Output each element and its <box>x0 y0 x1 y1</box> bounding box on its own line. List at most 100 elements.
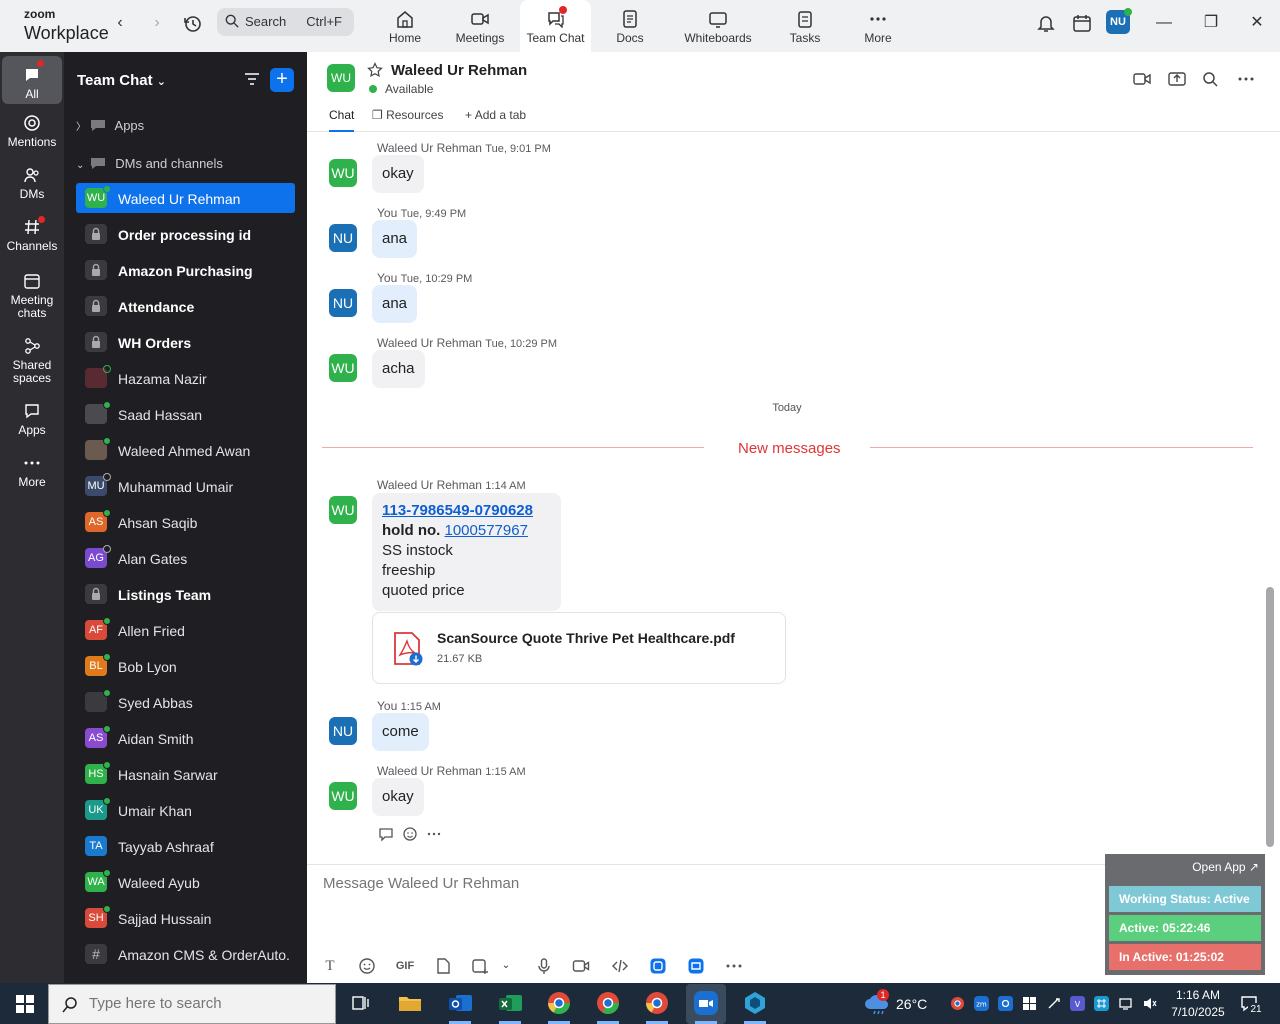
tab-tasks[interactable]: Tasks <box>785 0 825 52</box>
app-icon[interactable] <box>649 957 667 975</box>
list-item[interactable]: Listings Team <box>76 579 295 609</box>
avatar[interactable]: WU <box>329 159 357 187</box>
minimize-icon[interactable]: — <box>1152 12 1176 36</box>
global-search[interactable]: Search Ctrl+F <box>217 8 354 36</box>
list-item[interactable]: AS Aidan Smith <box>76 723 295 753</box>
filter-icon[interactable] <box>244 72 260 86</box>
list-item[interactable]: TA Tayyab Ashraaf <box>76 831 295 861</box>
more-icon[interactable] <box>1236 70 1256 88</box>
tab-home[interactable]: Home <box>382 0 428 52</box>
list-item[interactable]: MU Muhammad Umair <box>76 471 295 501</box>
calendar-icon[interactable] <box>1071 12 1093 34</box>
rail-meeting-chats[interactable]: Meeting chats <box>2 272 62 320</box>
video-call-icon[interactable] <box>1132 70 1152 88</box>
scrollbar[interactable] <box>1266 587 1274 847</box>
list-item[interactable]: WU Waleed Ur Rehman <box>76 183 295 213</box>
code-icon[interactable] <box>611 957 629 975</box>
bell-icon[interactable] <box>1035 12 1057 34</box>
list-item[interactable]: SH Sajjad Hussain <box>76 903 295 933</box>
file-icon[interactable] <box>434 957 452 975</box>
file-attachment[interactable]: ScanSource Quote Thrive Pet Healthcare.p… <box>372 612 786 684</box>
list-item[interactable]: Amazon Purchasing <box>76 255 295 285</box>
chrome-icon[interactable] <box>950 996 965 1011</box>
message-bubble[interactable]: okay <box>372 155 424 193</box>
tab-team-chat[interactable]: Team Chat <box>520 0 591 52</box>
avatar[interactable]: WU <box>329 496 357 524</box>
clock-date[interactable]: 7/10/2025 <box>1163 1005 1233 1019</box>
clock-time[interactable]: 1:16 AM <box>1163 988 1233 1002</box>
app-icon[interactable] <box>687 957 705 975</box>
windows-icon[interactable] <box>1022 996 1037 1011</box>
network-icon[interactable] <box>1118 996 1133 1011</box>
close-icon[interactable]: ✕ <box>1245 12 1269 36</box>
message-bubble[interactable]: come <box>372 713 429 751</box>
list-item[interactable]: BL Bob Lyon <box>76 651 295 681</box>
message-bubble[interactable]: 113-7986549-0790628 hold no. 1000577967 … <box>372 493 561 611</box>
tab-resources[interactable]: ❐ Resources <box>372 108 443 132</box>
chrome-profile-icon[interactable] <box>594 989 622 1017</box>
list-item[interactable]: AF Allen Fried <box>76 615 295 645</box>
usb-icon[interactable] <box>1046 996 1061 1011</box>
list-item[interactable]: # Amazon CMS & OrderAuto... <box>76 939 295 969</box>
screenshot-icon[interactable] <box>471 957 489 975</box>
avatar[interactable]: NU <box>329 289 357 317</box>
list-item[interactable]: WA Waleed Ayub <box>76 867 295 897</box>
list-item[interactable]: Hazama Nazir <box>76 363 295 393</box>
hold-link[interactable]: 1000577967 <box>445 522 528 539</box>
gif-button[interactable]: GIF <box>395 957 415 975</box>
text-format-icon[interactable]: T <box>321 957 339 975</box>
list-item[interactable]: Syed Abbas <box>76 687 295 717</box>
list-item[interactable]: WH Orders <box>76 327 295 357</box>
message-bubble[interactable]: ana <box>372 220 418 258</box>
task-view-icon[interactable] <box>346 989 374 1017</box>
search-icon[interactable] <box>1201 70 1221 88</box>
chrome-icon[interactable] <box>545 989 573 1017</box>
rail-more[interactable]: More <box>2 454 62 489</box>
app-icon[interactable] <box>741 989 769 1017</box>
file-explorer-icon[interactable] <box>396 989 424 1017</box>
contact-name[interactable]: Waleed Ur Rehman <box>391 62 527 79</box>
history-icon[interactable] <box>181 12 205 36</box>
avatar[interactable]: NU <box>329 224 357 252</box>
emoji-icon[interactable] <box>358 957 376 975</box>
rail-all[interactable]: All <box>2 56 62 104</box>
avatar[interactable]: NU <box>329 717 357 745</box>
list-item[interactable]: AG Alan Gates <box>76 543 295 573</box>
taskbar-search-input[interactable] <box>89 995 329 1012</box>
rail-mentions[interactable]: Mentions <box>2 114 62 149</box>
list-item[interactable]: Order processing id <box>76 219 295 249</box>
emoji-icon[interactable] <box>402 826 418 842</box>
microphone-icon[interactable] <box>535 957 553 975</box>
app-icon[interactable]: V <box>1070 996 1085 1011</box>
more-icon[interactable] <box>426 826 442 842</box>
grid-app-icon[interactable] <box>1094 996 1109 1011</box>
taskbar-search[interactable] <box>48 984 336 1024</box>
zoom-icon[interactable]: zm <box>974 996 989 1011</box>
rail-apps[interactable]: Apps <box>2 402 62 437</box>
tab-docs[interactable]: Docs <box>610 0 650 52</box>
excel-icon[interactable] <box>496 989 524 1017</box>
list-item[interactable]: UK Umair Khan <box>76 795 295 825</box>
more-icon[interactable] <box>725 957 743 975</box>
speaker-muted-icon[interactable] <box>1142 996 1157 1011</box>
share-screen-icon[interactable] <box>1167 70 1187 88</box>
avatar[interactable]: WU <box>329 354 357 382</box>
maximize-icon[interactable]: ❐ <box>1199 12 1223 36</box>
list-item[interactable]: Saad Hassan <box>76 399 295 429</box>
list-item[interactable]: Waleed Ahmed Awan <box>76 435 295 465</box>
back-arrow-icon[interactable]: ‹ <box>108 12 132 36</box>
rail-shared-spaces[interactable]: Shared spaces <box>2 337 62 385</box>
new-chat-button[interactable]: + <box>270 68 294 92</box>
section-dms[interactable]: ⌄ DMs and channels <box>76 156 223 171</box>
tab-whiteboards[interactable]: Whiteboards <box>680 0 756 52</box>
message-bubble[interactable]: acha <box>372 350 425 388</box>
outlook-icon[interactable] <box>446 989 474 1017</box>
message-input[interactable] <box>323 875 1083 892</box>
video-message-icon[interactable] <box>572 957 590 975</box>
tab-add[interactable]: + Add a tab <box>465 108 526 132</box>
tab-meetings[interactable]: Meetings <box>450 0 510 52</box>
forward-arrow-icon[interactable]: › <box>145 12 169 36</box>
list-item[interactable]: AS Ahsan Saqib <box>76 507 295 537</box>
chevron-down-icon[interactable]: ⌄ <box>497 957 515 975</box>
star-icon[interactable] <box>367 62 383 78</box>
